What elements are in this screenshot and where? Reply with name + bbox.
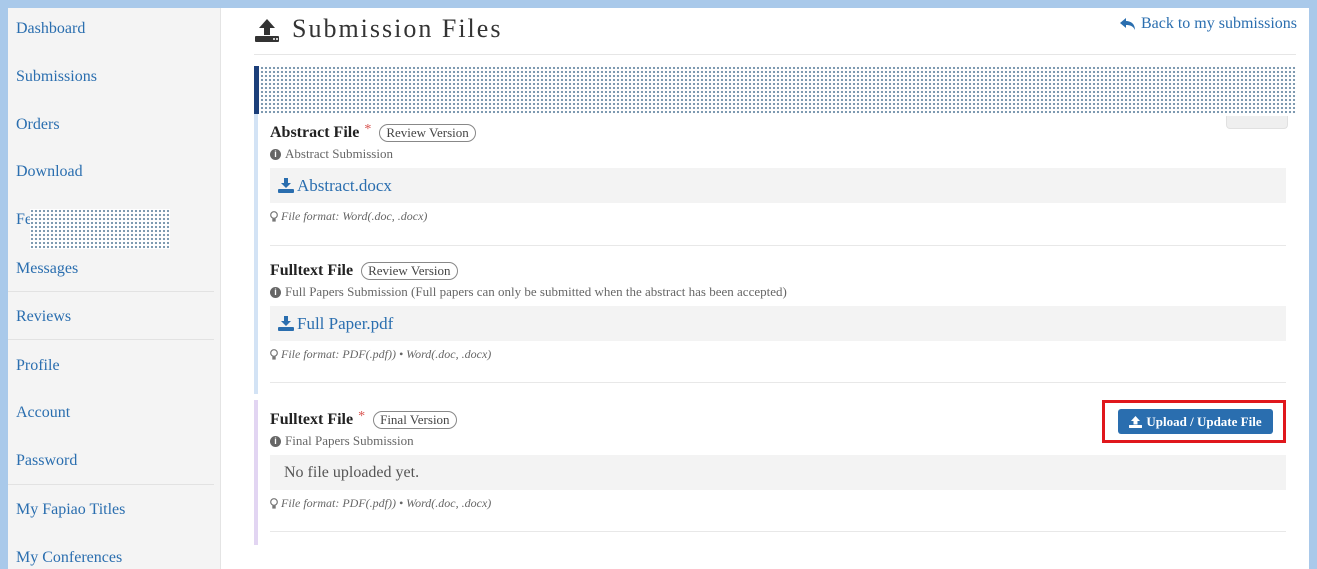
- description-text: Final Papers Submission: [285, 433, 414, 448]
- redacted-region: [30, 209, 170, 249]
- info-circle-icon: i: [270, 286, 281, 298]
- required-marker: *: [364, 122, 372, 137]
- title-divider: [254, 54, 1296, 55]
- file-box: No file uploaded yet.: [270, 455, 1286, 490]
- app-frame: Dashboard Submissions Orders Download Fe…: [8, 8, 1309, 569]
- sidebar-item-dashboard[interactable]: Dashboard: [16, 20, 85, 38]
- file-box: Abstract.docx: [270, 168, 1286, 203]
- fulltext-review-section: Fulltext File Review Version i Full Pape…: [270, 262, 1286, 362]
- abstract-file-section: Abstract File * Review Version i Abstrac…: [270, 122, 1286, 224]
- download-icon: [278, 316, 294, 331]
- redacted-banner: [260, 66, 1296, 114]
- section-divider: [270, 531, 1286, 532]
- sidebar-item-account[interactable]: Account: [16, 404, 70, 422]
- section-description: i Abstract Submission: [270, 146, 1286, 162]
- file-format-hint: File format: Word(.doc, .docx): [270, 209, 1286, 224]
- reply-arrow-icon: [1119, 17, 1135, 30]
- sidebar-item-download[interactable]: Download: [16, 163, 83, 181]
- page-title: Submission Files: [292, 14, 503, 43]
- required-marker: *: [358, 409, 366, 424]
- lightbulb-icon: [270, 349, 278, 360]
- file-format-hint: File format: PDF(.pdf)) • Word(.doc, .do…: [270, 347, 1286, 362]
- section-description: i Full Papers Submission (Full papers ca…: [270, 284, 1286, 300]
- file-box: Full Paper.pdf: [270, 306, 1286, 341]
- upload-update-file-button[interactable]: Upload / Update File: [1118, 409, 1273, 434]
- download-icon: [278, 178, 294, 193]
- version-badge: Final Version: [373, 411, 457, 429]
- upload-icon: [255, 19, 279, 42]
- upload-icon: [1129, 415, 1143, 428]
- info-circle-icon: i: [270, 148, 281, 160]
- sidebar-divider: [8, 291, 214, 292]
- final-section-accent: [254, 400, 258, 545]
- upload-button-label: Upload / Update File: [1146, 413, 1262, 429]
- sidebar-divider: [8, 339, 214, 340]
- version-badge: Review Version: [379, 124, 476, 142]
- sidebar-item-reviews[interactable]: Reviews: [16, 308, 71, 326]
- section-divider: [270, 245, 1286, 246]
- section-header: Fulltext File Review Version: [270, 262, 1286, 280]
- section-divider: [270, 382, 1286, 383]
- sidebar-item-my-fapiao-titles[interactable]: My Fapiao Titles: [16, 501, 125, 519]
- lightbulb-icon: [270, 498, 278, 509]
- section-header: Abstract File * Review Version: [270, 122, 1286, 142]
- info-circle-icon: i: [270, 435, 281, 447]
- file-format-text: File format: Word(.doc, .docx): [281, 209, 428, 223]
- back-to-submissions-link[interactable]: Back to my submissions: [1119, 15, 1297, 33]
- sidebar-item-messages[interactable]: Messages: [16, 260, 78, 278]
- section-title: Fulltext File: [270, 411, 354, 428]
- sidebar-divider: [8, 484, 214, 485]
- review-section-accent: [254, 114, 258, 394]
- file-format-hint: File format: PDF(.pdf)) • Word(.doc, .do…: [270, 496, 1286, 511]
- sidebar-item-password[interactable]: Password: [16, 452, 77, 470]
- file-format-text: File format: PDF(.pdf)) • Word(.doc, .do…: [281, 496, 492, 510]
- file-name: Full Paper.pdf: [297, 313, 394, 333]
- file-download-link[interactable]: Full Paper.pdf: [278, 314, 393, 334]
- section-title: Fulltext File: [270, 262, 354, 279]
- sidebar-nav: Dashboard Submissions Orders Download Fe…: [8, 8, 221, 569]
- file-name: Abstract.docx: [297, 175, 392, 195]
- banner-accent-bar: [254, 66, 259, 114]
- description-text: Abstract Submission: [285, 146, 393, 161]
- description-text: Full Papers Submission (Full papers can …: [285, 284, 787, 299]
- sidebar-item-profile[interactable]: Profile: [16, 357, 60, 375]
- lightbulb-icon: [270, 211, 278, 222]
- sidebar-item-orders[interactable]: Orders: [16, 116, 60, 134]
- back-link-label: Back to my submissions: [1140, 15, 1297, 32]
- section-title: Abstract File: [270, 124, 360, 141]
- file-format-text: File format: PDF(.pdf)) • Word(.doc, .do…: [281, 347, 492, 361]
- sidebar-item-submissions[interactable]: Submissions: [16, 68, 97, 86]
- sidebar-item-my-conferences[interactable]: My Conferences: [16, 549, 122, 567]
- empty-file-message: No file uploaded yet.: [284, 463, 420, 481]
- file-download-link[interactable]: Abstract.docx: [278, 176, 392, 196]
- version-badge: Review Version: [361, 262, 458, 280]
